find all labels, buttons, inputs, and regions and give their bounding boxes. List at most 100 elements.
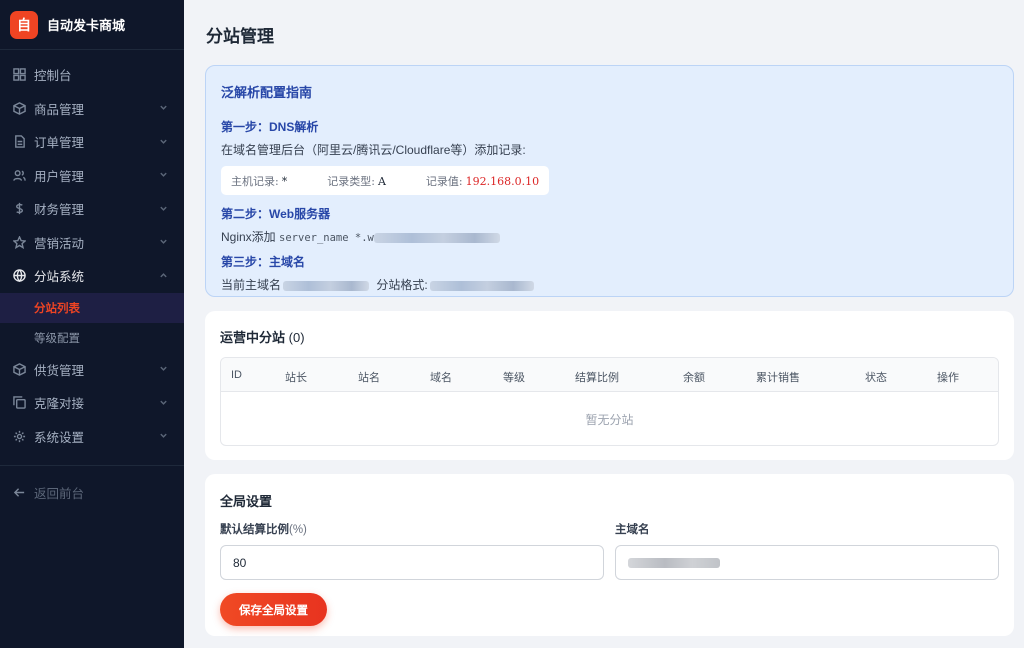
sidebar-item-orders[interactable]: 订单管理 [0, 125, 184, 159]
record-value-label: 记录值: [425, 174, 463, 188]
redacted-domain-value [628, 557, 720, 568]
dollar-icon [12, 202, 26, 216]
cube-icon [12, 101, 26, 115]
main-content: 分站管理 泛解析配置指南 第一步：DNS解析 在域名管理后台（阿里云/腾讯云/C… [184, 0, 1024, 648]
step2-title: 第二步：Web服务器 [221, 207, 331, 221]
column-header[interactable]: 累计销售 [756, 369, 800, 385]
document-icon [12, 135, 26, 149]
back-to-frontend-link[interactable]: 返回前台 [0, 476, 184, 510]
column-header[interactable]: 余额 [683, 369, 705, 385]
step3-text: 当前主域名 分站格式: [221, 276, 998, 293]
record-host-value: * [281, 174, 288, 188]
chevron-down-icon [159, 101, 168, 115]
record-type-label: 记录类型: [327, 174, 375, 188]
chevron-down-icon [159, 168, 168, 182]
redacted-main-domain [283, 280, 370, 291]
sidebar: 自 自动发卡商城 控制台 商品管理 订单管理 用户管理 财务管理 营销活动 分站… [0, 0, 184, 648]
column-header[interactable]: 站名 [358, 369, 380, 385]
table-header: ID 站长 站名 域名 等级 结算比例 余额 累计销售 状态 操作 [221, 358, 998, 392]
column-header[interactable]: 域名 [430, 369, 452, 385]
step2-text: Nginx添加 server_name *.w [221, 228, 998, 245]
step1-text: 在域名管理后台（阿里云/腾讯云/Cloudflare等）添加记录: [221, 143, 526, 157]
column-header[interactable]: 站长 [285, 369, 307, 385]
arrow-left-icon [12, 486, 26, 500]
settings-form-row: 默认结算比例(%) 80 主域名 [220, 521, 999, 580]
main-domain-input[interactable] [615, 545, 999, 580]
sidebar-item-dashboard[interactable]: 控制台 [0, 58, 184, 92]
record-host-label: 主机记录: [231, 174, 279, 188]
globe-icon [12, 269, 26, 283]
record-value-value: 192.168.0.10 [465, 174, 540, 188]
column-header[interactable]: 等级 [503, 369, 525, 385]
copy-icon [12, 396, 26, 410]
gear-icon [12, 429, 26, 443]
brand-logo: 自 [10, 10, 38, 39]
guide-title: 泛解析配置指南 [221, 85, 313, 100]
global-settings-card: 全局设置 默认结算比例(%) 80 主域名 保存全局设置 [205, 474, 1014, 636]
settlement-ratio-input[interactable]: 80 [220, 545, 604, 580]
column-header[interactable]: 状态 [865, 369, 887, 385]
active-substations-card: 运营中分站 (0) ID 站长 站名 域名 等级 结算比例 余额 累计销售 状态… [205, 311, 1014, 460]
box-icon [12, 362, 26, 376]
redacted-text [373, 232, 500, 243]
back-to-frontend-label: 返回前台 [34, 487, 85, 502]
page-title: 分站管理 [206, 27, 274, 46]
chevron-down-icon [159, 362, 168, 376]
record-value: 记录值: 192.168.0.10 [426, 173, 539, 189]
ratio-label: 默认结算比例(%) [220, 521, 604, 537]
sidebar-subitem-substation-list[interactable]: 分站列表 [0, 292, 184, 323]
domain-field-group: 主域名 [615, 521, 999, 580]
substations-count: (0) [288, 330, 305, 345]
chevron-down-icon [159, 396, 168, 410]
substations-table: ID 站长 站名 域名 等级 结算比例 余额 累计销售 状态 操作 暂无分站 [220, 357, 999, 446]
substations-title: 运营中分站 [220, 330, 286, 345]
chevron-down-icon [159, 135, 168, 149]
wildcard-dns-guide: 泛解析配置指南 第一步：DNS解析 在域名管理后台（阿里云/腾讯云/Cloudf… [205, 65, 1014, 297]
chevron-down-icon [159, 202, 168, 216]
brand-name: 自动发卡商城 [47, 18, 126, 33]
step3-title: 第三步：主域名 [221, 255, 306, 269]
column-header[interactable]: ID [231, 369, 242, 381]
sidebar-item-label: 供货管理 [34, 363, 85, 378]
record-host: 主机记录: * [231, 173, 287, 189]
record-type: 记录类型: A [327, 173, 386, 189]
sidebar-item-users[interactable]: 用户管理 [0, 159, 184, 193]
sidebar-item-label: 系统设置 [34, 430, 85, 445]
sidebar-item-label: 营销活动 [34, 236, 85, 251]
chevron-down-icon [159, 429, 168, 443]
sidebar-item-marketing[interactable]: 营销活动 [0, 226, 184, 260]
sidebar-item-settings[interactable]: 系统设置 [0, 420, 184, 454]
card-title: 运营中分站 (0) [220, 327, 999, 346]
step2-code: server_name *.w [279, 232, 374, 244]
sidebar-menu: 控制台 商品管理 订单管理 用户管理 财务管理 营销活动 分站系统 分站列表 等… [0, 50, 184, 510]
sidebar-item-label: 克隆对接 [34, 397, 85, 412]
record-type-value: A [377, 174, 386, 188]
sidebar-item-label: 控制台 [34, 69, 72, 84]
users-icon [12, 168, 26, 182]
redacted-substation-format [429, 280, 534, 291]
brand[interactable]: 自 自动发卡商城 [0, 0, 184, 50]
sidebar-item-label: 订单管理 [34, 136, 85, 151]
save-global-settings-button[interactable]: 保存全局设置 [220, 593, 327, 626]
sidebar-item-supply[interactable]: 供货管理 [0, 353, 184, 387]
ratio-field-group: 默认结算比例(%) 80 [220, 521, 604, 580]
sidebar-item-clone[interactable]: 克隆对接 [0, 386, 184, 420]
sidebar-item-label: 分站系统 [34, 270, 85, 285]
star-icon [12, 235, 26, 249]
step3-mid: 分站格式: [376, 278, 428, 292]
sidebar-subitem-level-config[interactable]: 等级配置 [0, 323, 184, 353]
sidebar-item-products[interactable]: 商品管理 [0, 92, 184, 126]
ratio-unit: (%) [289, 524, 307, 536]
column-header[interactable]: 操作 [937, 369, 959, 385]
sidebar-item-label: 商品管理 [34, 102, 85, 117]
sidebar-item-finance[interactable]: 财务管理 [0, 192, 184, 226]
chevron-down-icon [159, 235, 168, 249]
ratio-label-text: 默认结算比例 [220, 524, 289, 536]
column-header[interactable]: 结算比例 [575, 369, 619, 385]
sidebar-item-substation[interactable]: 分站系统 [0, 259, 184, 293]
main-domain-label: 主域名 [615, 524, 650, 536]
step2-prefix: Nginx添加 [221, 230, 276, 244]
dns-record-box: 主机记录: * 记录类型: A 记录值: 192.168.0.10 [221, 166, 550, 195]
sidebar-divider [0, 465, 184, 466]
step3-prefix: 当前主域名 [221, 278, 282, 292]
